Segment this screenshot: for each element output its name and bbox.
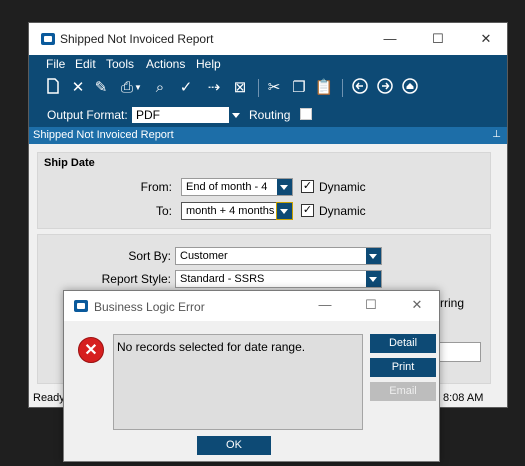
- window-title: Shipped Not Invoiced Report: [60, 32, 214, 46]
- from-dynamic-checkbox[interactable]: ✓: [301, 180, 314, 193]
- dialog-maximize-button[interactable]: ☐: [348, 293, 394, 319]
- report-style-label: Report Style:: [101, 272, 171, 286]
- chevron-down-icon[interactable]: [276, 202, 293, 220]
- chevron-down-icon[interactable]: [366, 271, 381, 287]
- cut-icon[interactable]: ✂: [264, 78, 284, 98]
- status-text: Ready: [33, 392, 65, 404]
- app-icon: [74, 300, 88, 312]
- menu-tools[interactable]: Tools: [106, 57, 134, 71]
- sort-by-select[interactable]: Customer: [175, 247, 382, 265]
- menu-actions[interactable]: Actions: [146, 57, 185, 71]
- panel-header: Shipped Not Invoiced Report ⊥: [29, 127, 507, 144]
- toolbar-separator: [342, 79, 343, 97]
- dialog-minimize-button[interactable]: —: [302, 293, 348, 319]
- menu-help[interactable]: Help: [196, 57, 221, 71]
- menu-edit[interactable]: Edit: [75, 57, 96, 71]
- close-button[interactable]: ✕: [463, 27, 509, 53]
- report-style-select[interactable]: Standard - SSRS: [175, 270, 382, 288]
- panel-title: Shipped Not Invoiced Report: [33, 129, 174, 141]
- output-bar: Output Format: PDF Routing: [29, 103, 507, 127]
- hidden-input-field[interactable]: [439, 342, 481, 362]
- transfer-icon[interactable]: ⇢: [204, 78, 224, 98]
- new-icon[interactable]: [43, 78, 63, 98]
- detail-button[interactable]: Detail: [370, 334, 436, 353]
- dialog-close-button[interactable]: ✕: [394, 293, 440, 319]
- toolbar-separator: [258, 79, 259, 97]
- menu-bar: File Edit Tools Actions Help: [29, 55, 507, 73]
- dialog-title-bar: Business Logic Error — ☐ ✕: [64, 291, 439, 321]
- sort-by-label: Sort By:: [128, 249, 171, 263]
- to-dynamic-label: Dynamic: [319, 204, 366, 218]
- error-dialog: Business Logic Error — ☐ ✕ ✕ No records …: [63, 290, 440, 462]
- title-bar: Shipped Not Invoiced Report — ☐ ✕: [29, 23, 507, 55]
- to-label: To:: [155, 204, 172, 218]
- minimize-button[interactable]: —: [367, 27, 413, 53]
- recurring-label-partial: rring: [440, 296, 465, 310]
- dialog-title: Business Logic Error: [94, 300, 205, 314]
- ok-button[interactable]: OK: [197, 436, 271, 455]
- paste-icon[interactable]: 📋: [314, 78, 334, 98]
- routing-label: Routing: [249, 108, 291, 122]
- output-format-select[interactable]: PDF: [131, 106, 243, 124]
- print-preview-icon[interactable]: ⌕: [150, 78, 170, 98]
- to-date-select[interactable]: month + 4 months: [181, 202, 293, 220]
- error-icon: ✕: [78, 337, 104, 363]
- export-icon[interactable]: ⊠: [230, 78, 250, 98]
- output-format-label: Output Format:: [47, 108, 128, 122]
- to-date-value: month + 4 months: [186, 205, 275, 217]
- maximize-button[interactable]: ☐: [415, 27, 461, 53]
- from-dynamic-label: Dynamic: [319, 180, 366, 194]
- from-date-value: End of month - 4: [186, 181, 268, 193]
- pin-icon[interactable]: ⊥: [492, 129, 501, 140]
- print-button[interactable]: Print: [370, 358, 436, 377]
- attach-icon[interactable]: ✓: [176, 78, 196, 98]
- routing-checkbox[interactable]: [300, 108, 312, 120]
- dropdown-arrow-icon[interactable]: ▼: [133, 78, 143, 98]
- delete-icon[interactable]: ✕: [68, 78, 88, 98]
- error-message-box: No records selected for date range.: [113, 334, 363, 430]
- menu-file[interactable]: File: [46, 57, 65, 71]
- home-icon[interactable]: [400, 78, 420, 98]
- output-format-value: PDF: [136, 108, 160, 122]
- chevron-down-icon[interactable]: [277, 179, 292, 195]
- forward-icon[interactable]: [375, 78, 395, 98]
- from-date-select[interactable]: End of month - 4: [181, 178, 293, 196]
- status-time: 8:08 AM: [443, 392, 484, 404]
- back-icon[interactable]: [350, 78, 370, 98]
- clear-icon[interactable]: ✎: [91, 78, 111, 98]
- from-label: From:: [140, 180, 172, 194]
- ship-date-title: Ship Date: [44, 157, 95, 169]
- app-icon: [41, 33, 55, 45]
- report-style-value: Standard - SSRS: [180, 273, 265, 285]
- chevron-down-icon[interactable]: [366, 248, 381, 264]
- copy-icon[interactable]: ❐: [289, 78, 309, 98]
- error-message: No records selected for date range.: [117, 340, 306, 354]
- chevron-down-icon[interactable]: [228, 107, 242, 123]
- email-button[interactable]: Email: [370, 382, 436, 401]
- ship-date-group: Ship Date From: End of month - 4 ✓ Dynam…: [37, 152, 491, 229]
- sort-by-value: Customer: [180, 250, 228, 262]
- toolbar: ✕ ✎ ⎙ ▼ ⌕ ✓ ⇢ ⊠ ✂ ❐ 📋: [29, 73, 507, 103]
- to-dynamic-checkbox[interactable]: ✓: [301, 204, 314, 217]
